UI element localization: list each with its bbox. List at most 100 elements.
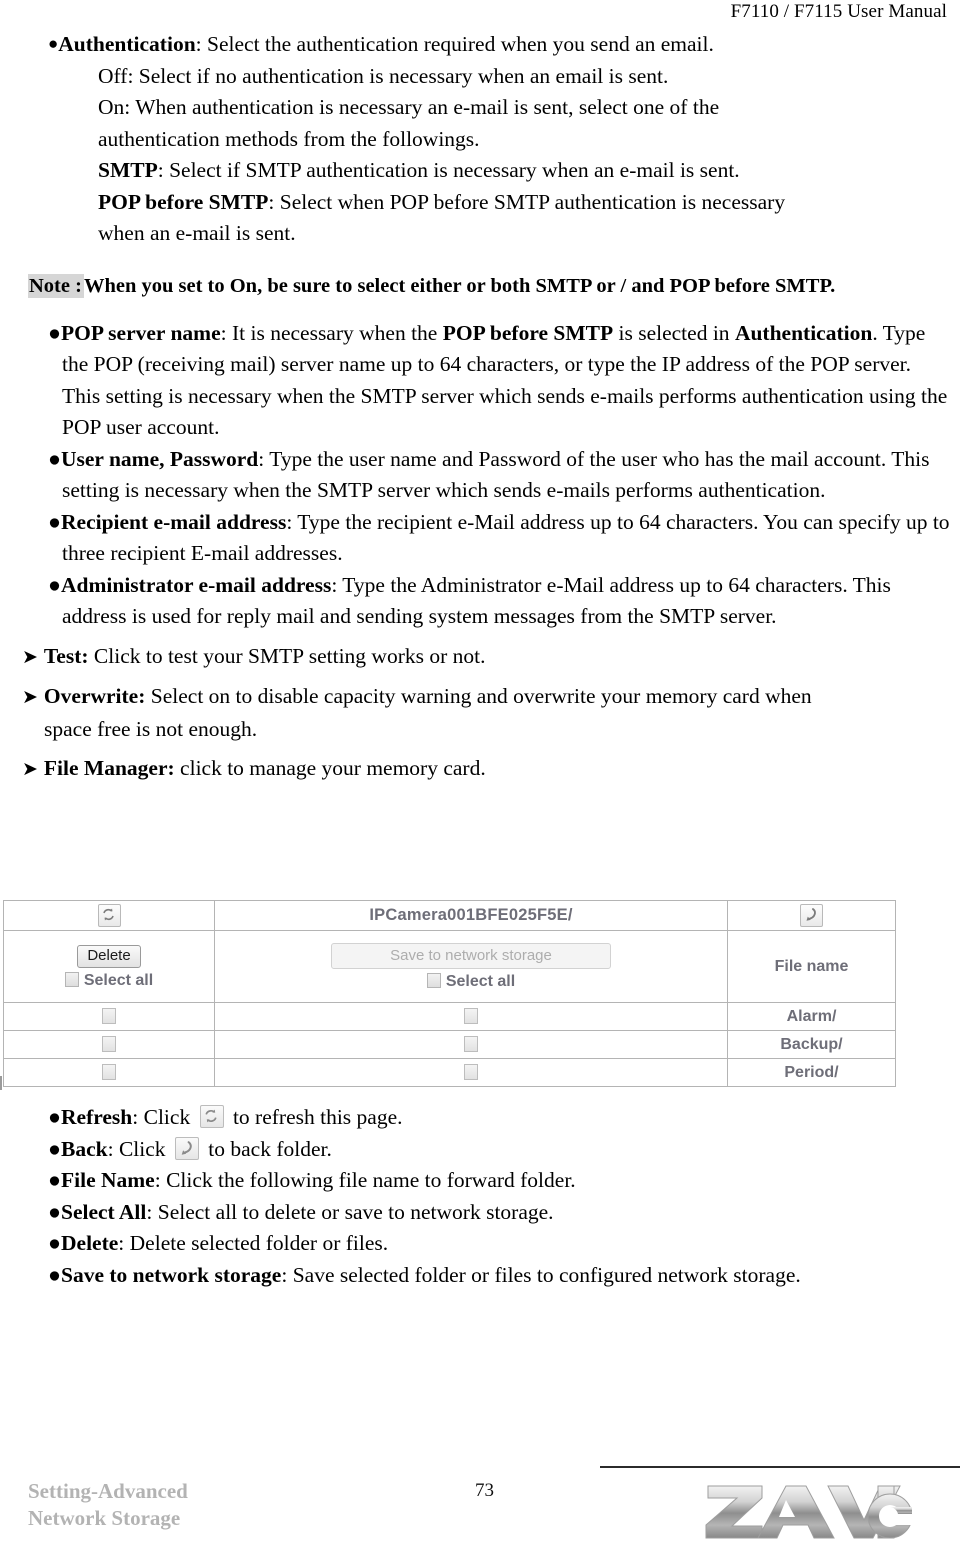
sub-line-pop-before-smtp: POP before SMTP: Select when POP before … <box>98 187 948 219</box>
bullet-dot-icon: ● <box>48 1231 61 1255</box>
bullet-dot-icon: ● <box>48 34 59 53</box>
save-tool-cell: Save to network storage Select all <box>214 930 728 1003</box>
refresh-icon[interactable] <box>97 904 121 927</box>
arrow-item-file-manager: ➤ File Manager: click to manage your memo… <box>22 753 954 786</box>
text-pop-1: : It is necessary when the <box>220 320 443 345</box>
term-save-to-network-storage: Save to network storage <box>61 1262 282 1287</box>
arrow-bullet-icon: ➤ <box>22 759 38 780</box>
manual-title: F7110 / F7115 User Manual <box>730 1 947 22</box>
bullet-dot-icon: ● <box>48 320 61 345</box>
row-file-name-cell[interactable]: Backup/ <box>727 1030 896 1059</box>
row-delete-checkbox[interactable] <box>102 1036 116 1053</box>
inline-bold-pop-before-smtp: POP before SMTP <box>442 320 614 345</box>
refresh-cell[interactable] <box>3 900 215 931</box>
sub-line-smtp: SMTP: Select if SMTP authentication is n… <box>98 155 948 187</box>
screenshot-edge-mark <box>0 1076 2 1090</box>
row-file-name-cell[interactable]: Alarm/ <box>727 1002 896 1031</box>
arrow-bullet-icon: ➤ <box>22 687 38 708</box>
row-delete-checkbox-cell[interactable] <box>3 1058 215 1087</box>
term-file-manager: File Manager: <box>43 756 175 780</box>
note-text: When you set to On, be sure to select ei… <box>83 274 836 297</box>
file-manager-bullet-list: ●Refresh: Click to refresh this page. ●B… <box>0 1102 969 1291</box>
bullet-refresh: ●Refresh: Click to refresh this page. <box>48 1102 952 1134</box>
text-file-name: : Click the following file name to forwa… <box>154 1168 576 1192</box>
desc-smtp: : Select if SMTP authentication is neces… <box>157 158 740 182</box>
zavio-logo <box>700 1480 915 1542</box>
footer-section-line-2: Network Storage <box>28 1506 181 1530</box>
row-delete-checkbox-cell[interactable] <box>3 1002 215 1031</box>
term-test: Test: <box>43 643 89 668</box>
sub-line-on-cont: authentication methods from the followin… <box>98 126 480 151</box>
row-file-name-cell[interactable]: Period/ <box>727 1058 896 1087</box>
term-overwrite: Overwrite: <box>43 684 146 708</box>
select-all-save-checkbox[interactable] <box>426 973 441 988</box>
footer-divider <box>600 1466 960 1468</box>
row-delete-checkbox[interactable] <box>102 1064 116 1081</box>
bullet-user-name-password: ●User name, Password: Type the user name… <box>48 444 952 507</box>
text-pop-2: is selected in <box>613 320 735 345</box>
bullet-authentication: ●Authentication: Select the authenticati… <box>48 28 962 61</box>
bullet-dot-icon: ● <box>48 1168 61 1192</box>
row-save-checkbox-cell[interactable] <box>214 1030 728 1059</box>
bullet-dot-icon: ● <box>48 1136 61 1161</box>
folder-path-label: IPCamera001BFE025F5E/ <box>369 906 573 924</box>
path-cell: IPCamera001BFE025F5E/ <box>214 900 728 931</box>
term-pop-before-smtp: POP before SMTP <box>98 189 269 214</box>
file-manager-table: IPCamera001BFE025F5E/ Delete Select all <box>3 900 896 1087</box>
row-save-checkbox-cell[interactable] <box>214 1002 728 1031</box>
bullet-dot-icon: ● <box>48 1262 61 1287</box>
desc-pop-before-smtp: : Select when POP before SMTP authentica… <box>268 189 786 214</box>
back-arrow-icon <box>174 1136 199 1160</box>
select-all-delete-group[interactable]: Select all <box>4 971 214 990</box>
save-to-network-storage-button[interactable]: Save to network storage <box>331 943 611 969</box>
refresh-icon <box>199 1105 224 1128</box>
bullet-dot-icon: ● <box>48 509 61 534</box>
zavio-logo-icon <box>705 1485 914 1539</box>
table-row-tools: Delete Select all Save to network storag… <box>3 930 896 1003</box>
back-arrow-icon[interactable] <box>800 904 823 927</box>
term-user-name-password: User name, Password <box>61 446 259 471</box>
term-back: Back <box>61 1136 108 1161</box>
text-test: Click to test your SMTP setting works or… <box>88 643 486 668</box>
select-all-save-label: Select all <box>445 973 516 990</box>
bullet-dot-icon: ● <box>48 1105 61 1129</box>
text-back-post: to back folder. <box>202 1136 332 1161</box>
note-paragraph: Note :When you set to On, be sure to sel… <box>28 272 969 300</box>
row-save-checkbox-cell[interactable] <box>214 1058 728 1087</box>
inline-bold-authentication: Authentication <box>734 320 873 345</box>
row-delete-checkbox-cell[interactable] <box>3 1030 215 1059</box>
select-all-save-group[interactable]: Select all <box>215 973 727 991</box>
bullet-dot-icon: ● <box>48 572 61 597</box>
arrow-item-test: ➤ Test: Click to test your SMTP setting w… <box>22 641 954 674</box>
table-row: Alarm/ <box>3 1002 896 1031</box>
table-row: Period/ <box>3 1058 896 1087</box>
page-header: F7110 / F7115 User Manual <box>0 0 969 24</box>
bullet-back: ●Back: Click to back folder. <box>48 1134 952 1166</box>
bullet-dot-icon: ● <box>48 446 61 471</box>
row-save-checkbox[interactable] <box>464 1036 478 1053</box>
desc-authentication: : Select the authentication required whe… <box>195 32 714 56</box>
row-delete-checkbox[interactable] <box>102 1008 116 1025</box>
delete-tool-cell: Delete Select all <box>3 930 215 1003</box>
row-file-name-label: Backup/ <box>780 1035 843 1053</box>
term-refresh: Refresh <box>61 1105 133 1129</box>
table-row-path: IPCamera001BFE025F5E/ <box>3 900 896 931</box>
arrow-bullet-icon: ➤ <box>22 646 38 668</box>
term-pop-server-name: POP server name <box>61 320 221 345</box>
sub-line-on: On: When authentication is necessary an … <box>98 95 720 119</box>
text-overwrite: Select on to disable capacity warning an… <box>145 684 812 708</box>
settings-bullet-list: ●POP server name: It is necessary when t… <box>0 318 969 633</box>
select-all-delete-checkbox[interactable] <box>64 971 79 987</box>
text-back-pre: : Click <box>107 1136 171 1161</box>
row-save-checkbox[interactable] <box>464 1008 478 1025</box>
note-label: Note : <box>28 273 84 298</box>
file-name-header-label: File name <box>774 957 849 975</box>
row-save-checkbox[interactable] <box>464 1064 478 1081</box>
text-refresh-post: to refresh this page. <box>227 1105 403 1129</box>
back-cell[interactable] <box>727 900 896 931</box>
delete-button[interactable]: Delete <box>77 944 141 968</box>
row-file-name-label: Alarm/ <box>786 1007 837 1025</box>
text-overwrite-cont: space free is not enough. <box>44 716 258 741</box>
bullet-save-to-network-storage: ●Save to network storage: Save selected … <box>48 1260 952 1292</box>
file-manager-screenshot: IPCamera001BFE025F5E/ Delete Select all <box>3 900 896 1087</box>
